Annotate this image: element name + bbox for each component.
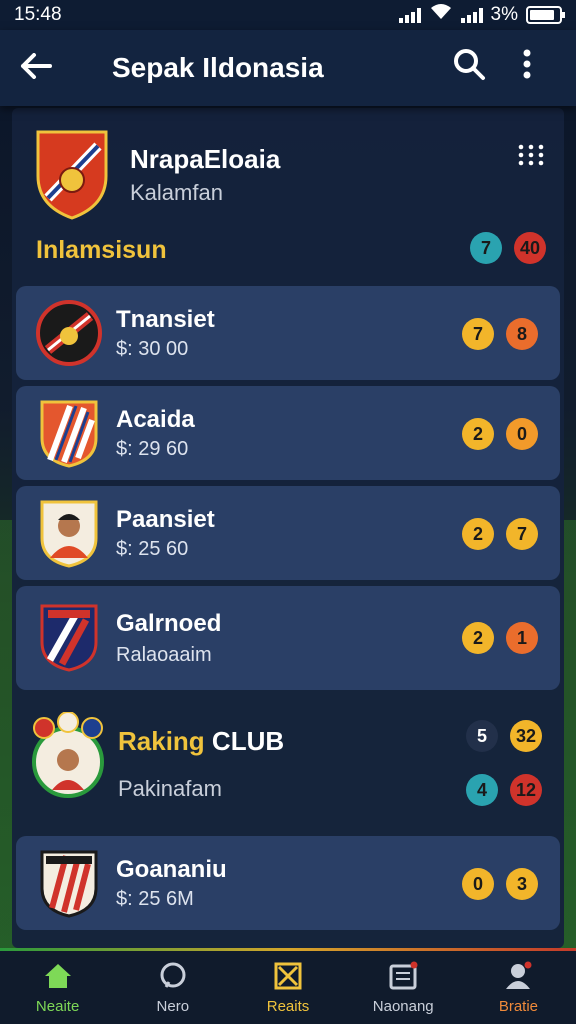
ranking-club-name-rest: CLUB <box>211 726 285 756</box>
section-badge-1: 7 <box>470 232 502 264</box>
featured-club[interactable]: NrapaEloaia Kalamfan Inlamsisun 7 40 <box>12 108 564 288</box>
profile-icon <box>502 960 534 992</box>
club-badges: 2 1 <box>462 622 538 654</box>
club-badge: 7 <box>506 518 538 550</box>
club-badges: 2 7 <box>462 518 538 550</box>
featured-club-name: NrapaEloaia <box>130 144 281 174</box>
ranking-badge: 12 <box>510 774 542 806</box>
ranking-club-subtitle: Pakinafam <box>118 776 222 801</box>
club-badge: 2 <box>462 622 494 654</box>
club-card[interactable]: Paansiet $: 25 60 2 7 <box>16 486 560 580</box>
club-name: Acaida <box>116 406 195 433</box>
ranking-badge: 4 <box>466 774 498 806</box>
club-card[interactable]: Goananiu $: 25 6M 0 3 <box>16 836 560 930</box>
club-name: Galrnoed <box>116 610 222 637</box>
club-crest-icon <box>36 300 102 366</box>
home-icon <box>42 960 74 992</box>
battery-icon <box>526 6 565 24</box>
signal-icon <box>398 7 421 23</box>
ranking-club[interactable]: Raking CLUB Pakinafam 5 32 4 12 <box>12 700 564 836</box>
app-bar: Sepak Ildonasia <box>0 30 576 106</box>
club-badge: 8 <box>506 318 538 350</box>
ranking-club-crest-icon <box>32 712 104 798</box>
nav-label: Nero <box>156 998 190 1015</box>
club-crest-icon <box>36 130 108 220</box>
club-value: $: 29 60 <box>116 438 189 460</box>
club-badge: 0 <box>462 868 494 900</box>
nav-item-inbox[interactable]: Naonang <box>346 951 461 1024</box>
featured-club-subtitle: Kalamfan <box>130 180 223 205</box>
nav-item-profile[interactable]: Bratie <box>461 951 576 1024</box>
status-bar: 15:48 3% <box>0 0 576 30</box>
ranking-badges-top: 5 32 <box>466 720 542 752</box>
page-title: Sepak Ildonasia <box>112 52 324 83</box>
club-name: Paansiet <box>116 506 215 533</box>
player-photo-icon <box>40 500 98 568</box>
section-title: Inlamsisun <box>36 236 167 264</box>
battery-text: 3% <box>490 4 518 25</box>
cell-signal-icon <box>460 7 483 23</box>
ranking-club-name-accent: Raking <box>118 726 205 756</box>
nav-item-home[interactable]: Neaite <box>0 951 115 1024</box>
chat-icon <box>157 960 189 992</box>
nav-item-results[interactable]: Reaits <box>230 951 345 1024</box>
wifi-icon <box>429 3 453 27</box>
club-crest-icon <box>40 400 98 468</box>
ranking-badge: 32 <box>510 720 542 752</box>
club-badge: 0 <box>506 418 538 450</box>
club-crest-icon <box>40 850 98 918</box>
nav-label: Reaits <box>266 998 310 1015</box>
club-badge: 1 <box>506 622 538 654</box>
section-badge-2: 40 <box>514 232 546 264</box>
section-badges: 7 40 <box>470 232 546 264</box>
club-list-panel: NrapaEloaia Kalamfan Inlamsisun 7 40 Tna… <box>12 108 564 948</box>
club-name: Tnansiet <box>116 306 215 333</box>
club-name: Goananiu <box>116 856 227 883</box>
arrow-left-icon[interactable] <box>20 49 64 88</box>
club-badges: 2 0 <box>462 418 538 450</box>
more-vertical-icon[interactable] <box>498 49 556 87</box>
club-badges: 0 3 <box>462 868 538 900</box>
club-value: $: 25 60 <box>116 538 189 560</box>
nav-label: Bratie <box>498 998 538 1015</box>
nav-label: Neaite <box>35 998 80 1015</box>
club-value: $: 30 00 <box>116 338 189 360</box>
grid-dots-icon[interactable] <box>518 144 544 173</box>
club-card[interactable]: Acaida $: 29 60 2 0 <box>16 386 560 480</box>
ranking-badges-bottom: 4 12 <box>466 774 542 806</box>
status-icons: 3% <box>398 3 565 27</box>
inbox-icon <box>387 960 419 992</box>
club-card[interactable]: Galrnoed Ralaoaaim 2 1 <box>16 586 560 690</box>
ranking-badge: 5 <box>466 720 498 752</box>
search-icon[interactable] <box>440 47 498 89</box>
club-badge: 2 <box>462 518 494 550</box>
club-badge: 7 <box>462 318 494 350</box>
results-icon <box>272 960 304 992</box>
club-crest-icon <box>40 604 98 672</box>
nav-item-chat[interactable]: Nero <box>115 951 230 1024</box>
ranking-club-name: Raking CLUB <box>118 726 284 757</box>
club-badges: 7 8 <box>462 318 538 350</box>
club-badge: 3 <box>506 868 538 900</box>
nav-label: Naonang <box>372 998 434 1015</box>
club-subtitle: Ralaoaaim <box>116 644 212 666</box>
status-time: 15:48 <box>14 4 62 25</box>
club-badge: 2 <box>462 418 494 450</box>
bottom-nav: Neaite Nero Reaits Naonang Bratie <box>0 948 576 1024</box>
club-value: $: 25 6M <box>116 888 194 910</box>
club-card[interactable]: Tnansiet $: 30 00 7 8 <box>16 286 560 380</box>
